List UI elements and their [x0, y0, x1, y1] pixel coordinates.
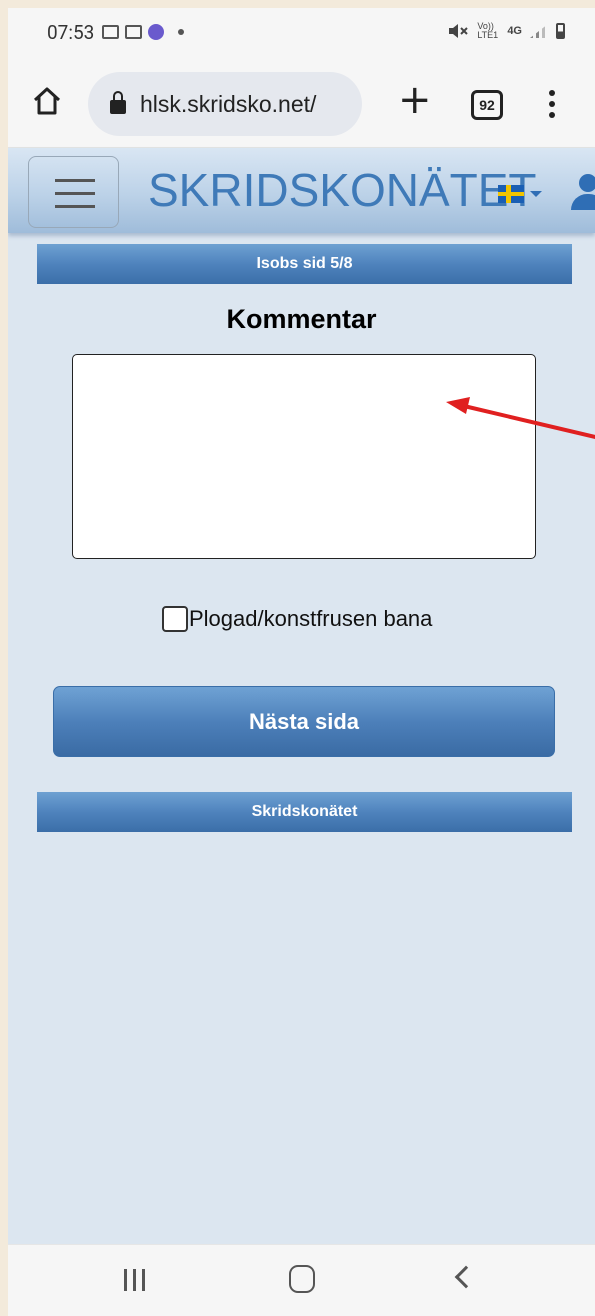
- volte-label: Vo)) LTE1: [477, 21, 499, 40]
- recents-icon[interactable]: [124, 1269, 146, 1291]
- mute-icon: [449, 24, 469, 38]
- home-icon[interactable]: [32, 86, 62, 116]
- signal-icon: [530, 24, 548, 38]
- plowed-checkbox-row[interactable]: Plogad/konstfrusen bana: [162, 606, 432, 632]
- address-bar[interactable]: hlsk.skridsko.net/: [88, 72, 362, 136]
- chevron-down-icon[interactable]: [530, 191, 542, 197]
- status-bar: 07:53 Vo)) LTE1 4G: [8, 8, 595, 56]
- site-header: SKRIDSKONÄTET: [8, 148, 595, 233]
- url-text: hlsk.skridsko.net/: [140, 90, 317, 117]
- notification-icon: [102, 25, 120, 39]
- battery-icon: [556, 23, 565, 39]
- new-tab-button[interactable]: +: [398, 80, 432, 120]
- step-header: Isobs sid 5/8: [37, 244, 572, 284]
- tab-switcher-button[interactable]: 92: [471, 90, 503, 120]
- site-logo[interactable]: SKRIDSKONÄTET: [148, 163, 537, 217]
- plowed-checkbox[interactable]: [162, 606, 188, 632]
- plowed-checkbox-label[interactable]: Plogad/konstfrusen bana: [189, 606, 432, 632]
- home-nav-icon[interactable]: [289, 1265, 315, 1293]
- status-indicators: Vo)) LTE1 4G: [447, 22, 565, 40]
- app-notification-icon: [148, 24, 165, 40]
- notification-icon: [125, 25, 143, 39]
- phone-screen: 07:53 Vo)) LTE1 4G hlsk.skridsko.net/ +: [8, 8, 595, 1316]
- back-icon[interactable]: [454, 1265, 478, 1289]
- page-title: Kommentar: [226, 304, 377, 334]
- footer-bar: Skridskonätet: [37, 792, 572, 832]
- lock-icon: [110, 91, 126, 114]
- more-notifications-icon: [178, 29, 185, 35]
- browser-toolbar: hlsk.skridsko.net/ + 92: [8, 56, 595, 148]
- network-label: 4G: [507, 25, 522, 37]
- user-icon[interactable]: [569, 174, 595, 214]
- comment-field[interactable]: [72, 354, 536, 559]
- next-page-button[interactable]: Nästa sida: [53, 686, 555, 757]
- status-time: 07:53: [47, 20, 95, 44]
- hamburger-menu-button[interactable]: [28, 156, 119, 228]
- overflow-menu-icon[interactable]: [549, 90, 557, 120]
- swedish-flag-icon[interactable]: [498, 185, 524, 203]
- system-nav-bar: [8, 1244, 595, 1316]
- notification-icons: [102, 24, 185, 40]
